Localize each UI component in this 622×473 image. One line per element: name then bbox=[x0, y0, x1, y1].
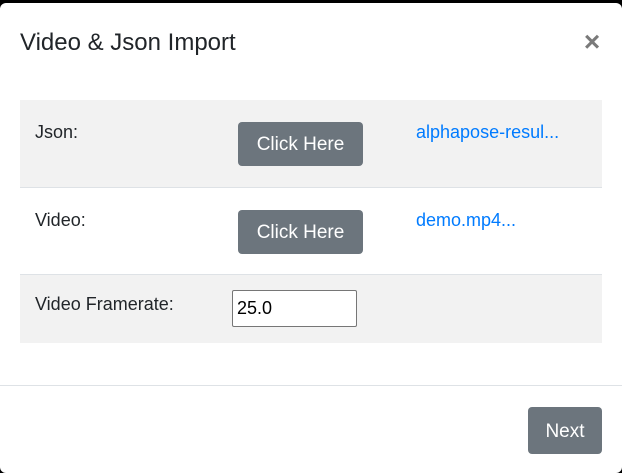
next-button[interactable]: Next bbox=[528, 407, 602, 454]
dialog-body: Json: Click Here alphapose-resul... Vide… bbox=[20, 100, 602, 343]
video-file-link[interactable]: demo.mp4... bbox=[416, 188, 602, 231]
framerate-label: Video Framerate: bbox=[35, 293, 174, 314]
video-row: Video: Click Here demo.mp4... bbox=[20, 186, 602, 274]
json-upload-button[interactable]: Click Here bbox=[238, 122, 363, 166]
import-table: Json: Click Here alphapose-resul... Vide… bbox=[20, 100, 602, 343]
import-dialog: Video & Json Import × Json: Click Here a… bbox=[0, 3, 622, 473]
video-label: Video: bbox=[35, 209, 86, 230]
json-label: Json: bbox=[35, 122, 79, 142]
json-file-link[interactable]: alphapose-resul... bbox=[416, 100, 602, 143]
video-upload-button[interactable]: Click Here bbox=[238, 209, 363, 254]
json-row: Json: Click Here alphapose-resul... bbox=[20, 100, 602, 187]
dialog-footer: Next bbox=[0, 385, 622, 473]
framerate-input[interactable] bbox=[232, 289, 357, 327]
framerate-row: Video Framerate: bbox=[20, 273, 602, 343]
dialog-title: Video & Json Import bbox=[20, 29, 236, 56]
dialog-header: Video & Json Import × bbox=[0, 3, 622, 85]
close-icon[interactable]: × bbox=[580, 27, 604, 57]
